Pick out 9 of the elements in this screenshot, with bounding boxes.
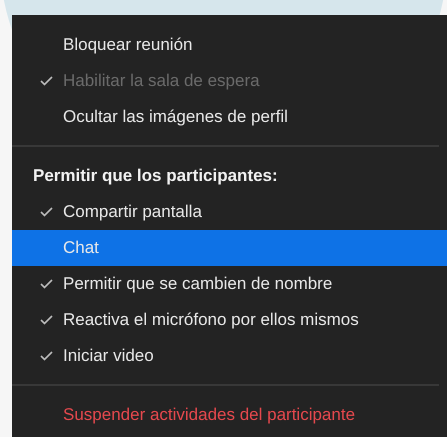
menu-item[interactable]: Ocultar las imágenes de perfil bbox=[12, 99, 447, 135]
menu-item[interactable]: Permitir que se cambien de nombre bbox=[12, 266, 447, 302]
menu-item[interactable]: Chat bbox=[12, 230, 447, 266]
menu-item[interactable]: Compartir pantalla bbox=[12, 194, 447, 230]
menu-item[interactable]: Suspender actividades del participante bbox=[12, 397, 447, 433]
section-header: Permitir que los participantes: bbox=[32, 165, 279, 188]
menu-item[interactable]: Reactiva el micrófono por ellos mismos bbox=[12, 302, 447, 338]
menu-item[interactable]: Bloquear reunión bbox=[12, 27, 447, 63]
menu-item[interactable]: Iniciar video bbox=[12, 338, 447, 374]
